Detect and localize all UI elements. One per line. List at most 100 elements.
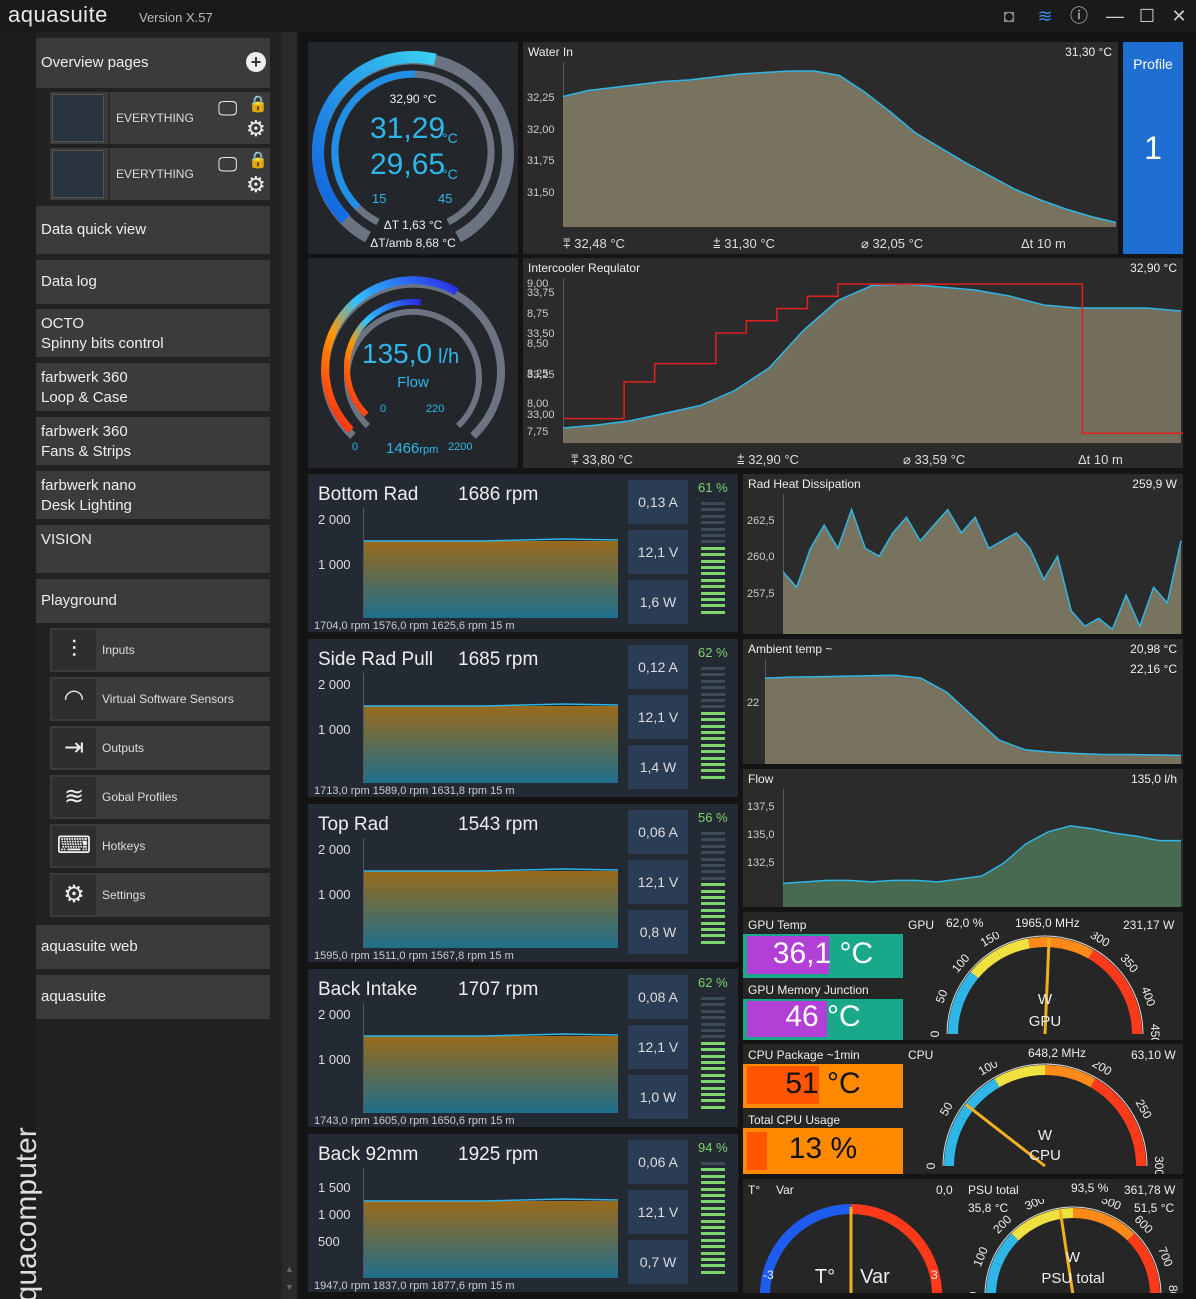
rpm-line xyxy=(364,868,619,872)
fan-level-segment xyxy=(701,1054,725,1058)
nav-farbwerk-loop-line2: Loop & Case xyxy=(41,389,128,406)
gauge-band xyxy=(1111,971,1137,1005)
water-in-chart xyxy=(563,62,1117,227)
scroll-up-arrow-icon[interactable]: ▲ xyxy=(285,1264,294,1274)
minimize-icon[interactable]: — xyxy=(1102,4,1128,28)
gpu-temp-label: GPU Temp xyxy=(748,918,807,932)
temp-gauge-value2: 29,65 xyxy=(370,148,446,181)
lock-icon[interactable]: 🔒 xyxy=(248,94,268,114)
nav-octo[interactable]: OCTO Spinny bits control xyxy=(36,309,270,357)
fan-level-segment xyxy=(701,864,725,867)
fan-level-segment xyxy=(701,756,725,760)
playground-virtual-sensors[interactable]: ◠ Virtual Software Sensors xyxy=(50,677,270,721)
camera-icon[interactable]: ◘ xyxy=(996,4,1022,28)
cpu-gauge: 050100150200250300WCPU xyxy=(924,1062,1166,1174)
var-label1: T° xyxy=(748,1183,761,1197)
nav-aquasuite-web[interactable]: aquasuite web xyxy=(36,925,270,969)
nav-octo-line2: Spinny bits control xyxy=(41,335,164,352)
temp-gauge-unit1: °C xyxy=(442,130,458,146)
profile-button[interactable]: Profile 1 xyxy=(1123,42,1183,254)
fan-level-segment xyxy=(701,921,725,925)
scroll-down-arrow-icon[interactable]: ▼ xyxy=(285,1282,294,1292)
fan-level-segment xyxy=(701,673,725,677)
fan-level-segment xyxy=(701,1232,725,1236)
monitor-icon[interactable]: 🖵 xyxy=(218,98,237,121)
water-in-range: Δt 10 m xyxy=(1021,236,1066,251)
info-icon[interactable]: ⓘ xyxy=(1066,4,1092,28)
lock-icon[interactable]: 🔒 xyxy=(248,150,268,170)
playground-outputs[interactable]: ⇥ Outputs xyxy=(50,726,270,770)
fan-level-segment xyxy=(701,1245,725,1249)
nav-data-log[interactable]: Data log xyxy=(36,260,270,304)
playground-virtual-sensors-label: Virtual Software Sensors xyxy=(102,692,234,706)
nav-octo-line1: OCTO xyxy=(41,315,85,332)
intercooler-ytick-left: 7,75 xyxy=(527,426,549,438)
nav-playground[interactable]: Playground xyxy=(36,579,270,623)
maximize-icon[interactable]: ☐ xyxy=(1134,4,1160,28)
gauge-band xyxy=(1088,949,1120,979)
rad-heat-chart xyxy=(783,494,1182,634)
gauge-tick-label: 200 xyxy=(1015,932,1037,934)
temp-gauge-max: 45 xyxy=(438,191,453,206)
gauge-band xyxy=(947,1000,964,1035)
rpm-line xyxy=(364,1033,619,1037)
close-icon[interactable]: ✕ xyxy=(1166,4,1192,28)
fan-ytick: 2 000 xyxy=(318,512,351,527)
flow-gauge-label: Flow xyxy=(397,374,429,391)
gauge-band xyxy=(944,1115,967,1167)
fan-rpm-chart xyxy=(363,673,619,783)
nav-vision[interactable]: VISION xyxy=(36,525,270,573)
nav-farbwerk-fans[interactable]: farbwerk 360 Fans & Strips xyxy=(36,417,270,465)
playground-hotkeys[interactable]: ⌨ Hotkeys xyxy=(50,824,270,868)
fan-level-segment xyxy=(701,737,725,741)
gpu-clock: 1965,0 MHz xyxy=(1015,916,1080,930)
fan-level-segment xyxy=(701,1029,725,1032)
sidebar-scrollbar[interactable]: ▲ ▼ xyxy=(282,32,296,1299)
playground-inputs[interactable]: ⫶ Inputs xyxy=(50,628,270,672)
fan-ytick: 1 000 xyxy=(318,887,351,902)
intercooler-range: Δt 10 m xyxy=(1078,452,1123,467)
nav-aquasuite[interactable]: aquasuite xyxy=(36,975,270,1019)
gauge-band xyxy=(1028,937,1062,949)
nav-data-quick-view[interactable]: Data quick view xyxy=(36,206,270,254)
fan-panel: Back Intake 1707 rpm 0,08 A 12,1 V 1,0 W 62 %… xyxy=(308,969,738,1127)
layers-icon[interactable]: ≋ xyxy=(1032,4,1058,28)
overview-pages-header[interactable]: Overview pages + xyxy=(36,38,270,88)
rad-heat-ytick: 262,5 xyxy=(747,515,775,527)
gauge-tick-label: 250 xyxy=(1053,932,1075,934)
overview-page-item[interactable]: EVERYTHING 🖵 🔒 ⚙ xyxy=(50,148,270,200)
psu-pct: 93,5 % xyxy=(1071,1181,1109,1195)
var-label2: Var xyxy=(776,1183,794,1197)
rpm-line xyxy=(364,703,619,707)
fan-percent: 94 % xyxy=(698,1140,728,1155)
fan-current: 0,08 A xyxy=(628,975,688,1019)
playground-global-profiles[interactable]: ≋ Gobal Profiles xyxy=(50,775,270,819)
brand-vertical-text: aquacomputer xyxy=(10,1127,43,1299)
flow-chart-panel: Flow 135,0 l/h 137,5 135,0 132,5 xyxy=(743,769,1183,907)
gauge-tick-label: 50 xyxy=(937,1099,956,1118)
fan-rpm: 1707 rpm xyxy=(458,979,539,1000)
fan-rpm-chart xyxy=(363,1168,619,1278)
intercooler-ytick-right: 33,75 xyxy=(527,287,555,299)
water-in-ytick: 32,25 xyxy=(527,92,555,104)
fan-level-segment xyxy=(701,750,725,754)
fan-level-segment xyxy=(701,578,725,582)
water-in-ytick: 31,50 xyxy=(527,187,555,199)
nav-farbwerk-nano[interactable]: farbwerk nano Desk Lighting xyxy=(36,471,270,519)
overview-page-item[interactable]: EVERYTHING 🖵 🔒 ⚙ xyxy=(50,92,270,144)
intercooler-ytick-right: 33,50 xyxy=(527,328,555,340)
fan-level-segment xyxy=(701,1181,725,1185)
flow-gauge-panel: 135,0 l/h Flow 0 220 0 1466rpm 2200 xyxy=(308,258,518,468)
gear-icon[interactable]: ⚙ xyxy=(246,172,266,198)
var-psu-panel: T° Var 0,0 PSU total 93,5 % 361,78 W 35,… xyxy=(743,1179,1183,1293)
var-tick-label: 3 xyxy=(931,1268,938,1282)
fan-power: 1,0 W xyxy=(628,1075,688,1119)
gear-icon[interactable]: ⚙ xyxy=(246,116,266,142)
intercooler-chart xyxy=(563,278,1183,443)
fan-level-segment xyxy=(701,1213,725,1217)
plus-icon[interactable]: + xyxy=(246,52,266,72)
playground-settings[interactable]: ⚙ Settings xyxy=(50,873,270,917)
flow-gauge-rpm-min: 0 xyxy=(352,441,359,453)
nav-farbwerk-loop[interactable]: farbwerk 360 Loop & Case xyxy=(36,363,270,411)
monitor-icon[interactable]: 🖵 xyxy=(218,154,237,177)
